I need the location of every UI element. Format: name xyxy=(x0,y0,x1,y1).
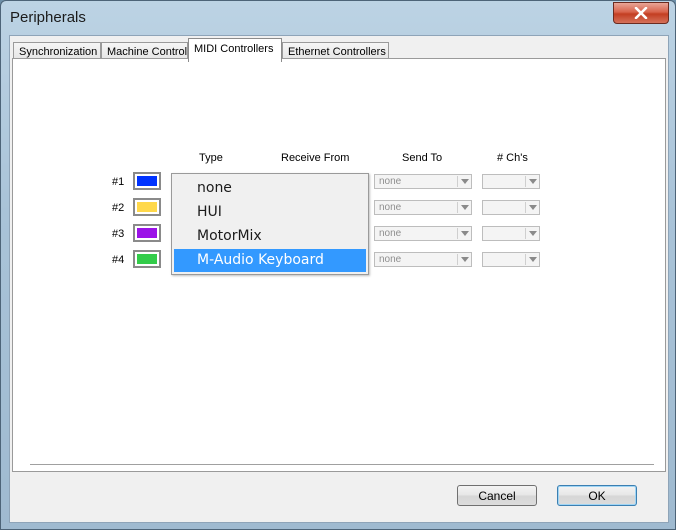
controller-color-swatch[interactable] xyxy=(133,198,161,216)
controller-color-swatch[interactable] xyxy=(133,250,161,268)
chevron-down-icon xyxy=(457,228,470,239)
send-to-dropdown[interactable]: none xyxy=(374,174,472,189)
channels-dropdown[interactable] xyxy=(482,252,540,267)
channels-dropdown[interactable] xyxy=(482,200,540,215)
midi-controllers-panel: Type Receive From Send To # Ch's #1 none… xyxy=(12,58,666,472)
chevron-down-icon xyxy=(457,176,470,187)
chevron-down-icon xyxy=(525,202,538,213)
row-number: #4 xyxy=(112,254,125,266)
header-receive-from: Receive From xyxy=(281,152,350,164)
chevron-down-icon xyxy=(525,228,538,239)
row-number: #1 xyxy=(112,176,125,188)
close-button[interactable] xyxy=(613,2,669,24)
send-to-dropdown[interactable]: none xyxy=(374,226,472,241)
row-number: #3 xyxy=(112,228,125,240)
row-number: #2 xyxy=(112,202,125,214)
tab-midi-controllers[interactable]: MIDI Controllers xyxy=(188,38,282,62)
type-option-hui[interactable]: HUI xyxy=(174,201,366,224)
channels-dropdown[interactable] xyxy=(482,226,540,241)
chevron-down-icon xyxy=(457,254,470,265)
send-to-value: none xyxy=(379,176,402,187)
header-send-to: Send To xyxy=(402,152,443,164)
chevron-down-icon xyxy=(525,176,538,187)
header-channels: # Ch's xyxy=(497,152,528,164)
controller-color-swatch[interactable] xyxy=(133,224,161,242)
chevron-down-icon xyxy=(525,254,538,265)
header-type: Type xyxy=(199,152,223,164)
type-option-none[interactable]: none xyxy=(174,177,366,200)
title-bar[interactable]: Peripherals xyxy=(1,1,675,35)
ok-button[interactable]: OK xyxy=(557,485,637,506)
send-to-dropdown[interactable]: none xyxy=(374,252,472,267)
window-title: Peripherals xyxy=(10,9,86,26)
divider xyxy=(30,464,654,468)
chevron-down-icon xyxy=(457,202,470,213)
send-to-value: none xyxy=(379,228,402,239)
type-dropdown-list: none HUI MotorMix M-Audio Keyboard xyxy=(171,173,369,275)
peripherals-window: Peripherals Synchronization Machine Cont… xyxy=(0,0,676,530)
controller-color-swatch[interactable] xyxy=(133,172,161,190)
dialog-body: Synchronization Machine Control MIDI Con… xyxy=(9,35,669,523)
channels-dropdown[interactable] xyxy=(482,174,540,189)
cancel-button[interactable]: Cancel xyxy=(457,485,537,506)
send-to-dropdown[interactable]: none xyxy=(374,200,472,215)
send-to-value: none xyxy=(379,202,402,213)
close-icon xyxy=(634,7,648,19)
type-option-motormix[interactable]: MotorMix xyxy=(174,225,366,248)
type-option-m-audio-keyboard[interactable]: M-Audio Keyboard xyxy=(174,249,366,272)
send-to-value: none xyxy=(379,254,402,265)
